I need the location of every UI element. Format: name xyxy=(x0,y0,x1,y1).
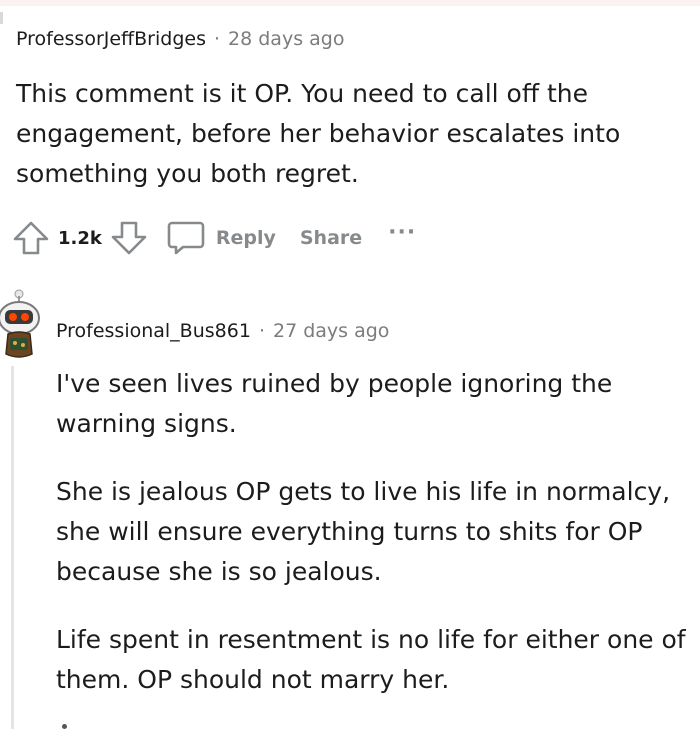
comment-paragraph: Life spent in resentment is no life for … xyxy=(56,625,686,694)
comment-paragraph: She is jealous OP gets to live his life … xyxy=(56,477,671,586)
snoo-avatar[interactable] xyxy=(0,288,44,362)
arrow-up-icon[interactable] xyxy=(12,220,50,256)
comment-author[interactable]: ProfessorJeffBridges xyxy=(16,28,206,50)
comment-body: I've seen lives ruined by people ignorin… xyxy=(56,364,686,728)
vote-count: 1.2k xyxy=(58,227,102,249)
comment-body: This comment is it OP. You need to call … xyxy=(16,74,676,194)
reply-button[interactable]: Reply xyxy=(216,227,276,249)
comment-timestamp[interactable]: 27 days ago xyxy=(273,320,389,342)
thread-line[interactable] xyxy=(11,366,14,729)
meta-separator: · xyxy=(213,28,221,50)
comment-header: Professional_Bus861 · 27 days ago xyxy=(56,320,389,342)
comment-author[interactable]: Professional_Bus861 xyxy=(56,320,251,342)
more-options-button[interactable]: ··· xyxy=(388,220,416,245)
arrow-down-icon[interactable] xyxy=(110,220,148,256)
meta-separator: · xyxy=(258,320,265,342)
share-button[interactable]: Share xyxy=(300,227,362,249)
bottom-marker xyxy=(62,724,67,729)
comment-header: ProfessorJeffBridges · 28 days ago xyxy=(16,28,344,50)
thread-line-top xyxy=(0,12,3,24)
comment-timestamp[interactable]: 28 days ago xyxy=(228,28,344,50)
speech-bubble-icon[interactable] xyxy=(166,219,206,257)
comment-paragraph: This comment is it OP. You need to call … xyxy=(16,79,621,188)
comment-paragraph: I've seen lives ruined by people ignorin… xyxy=(56,369,613,438)
top-strip xyxy=(0,0,700,6)
comment-actions: 1.2k Reply Share ··· xyxy=(12,216,416,260)
